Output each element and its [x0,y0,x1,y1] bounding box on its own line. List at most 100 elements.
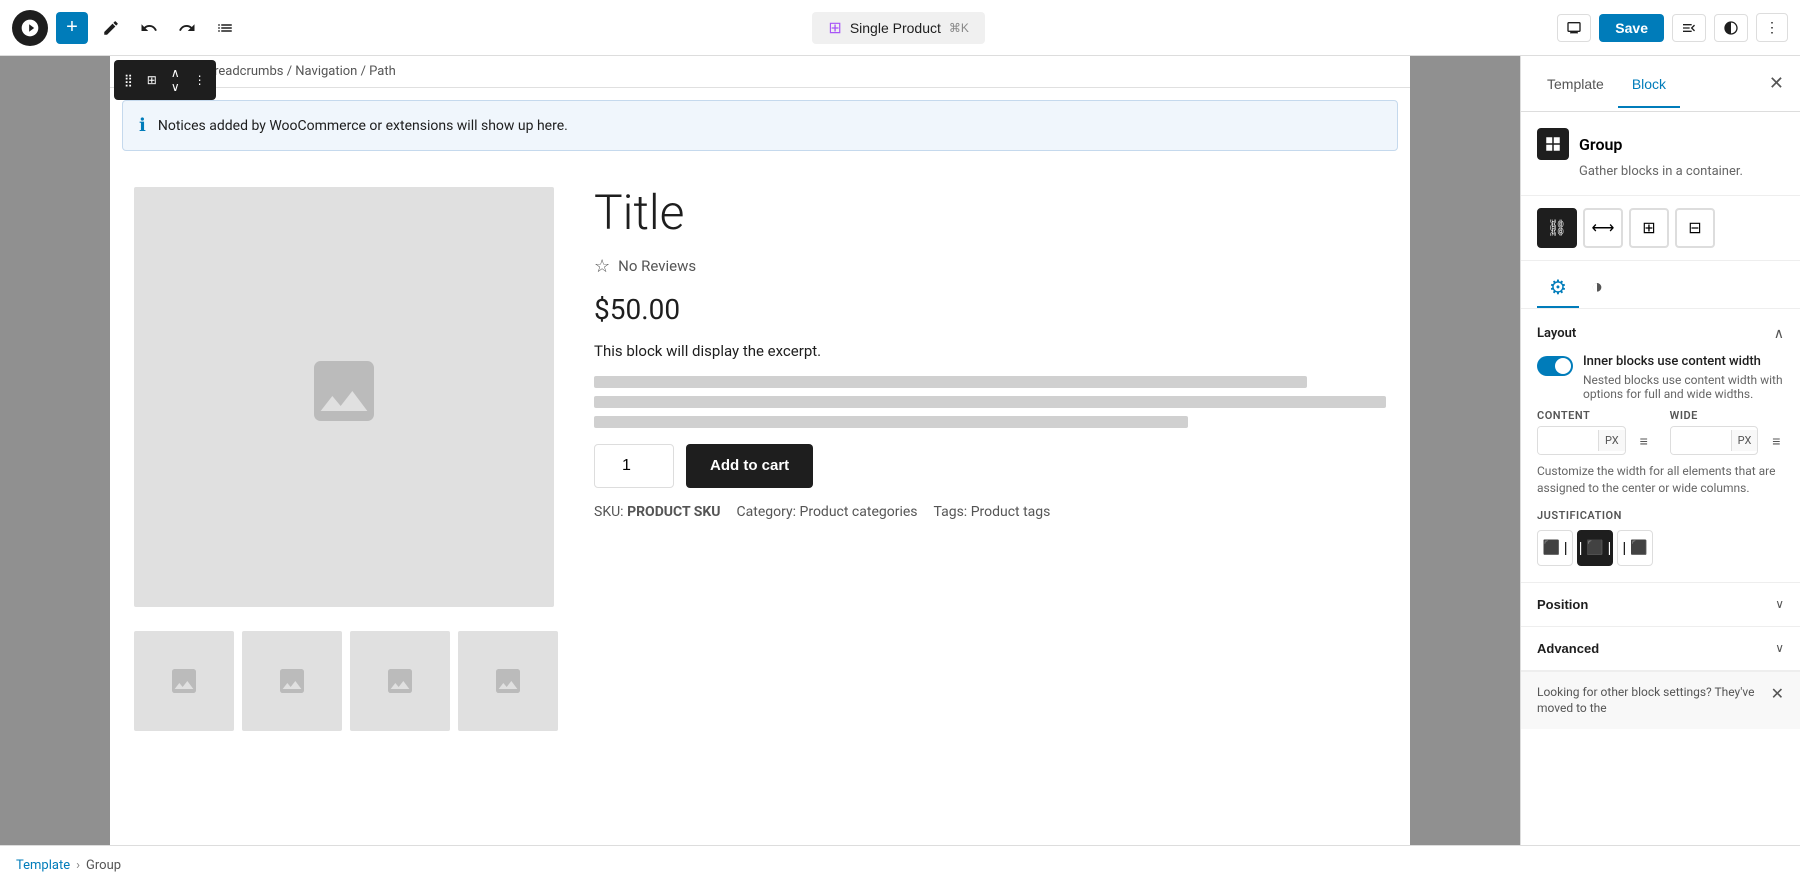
thumb-4 [458,631,558,731]
thumb-1 [134,631,234,731]
settings-tabs: ⚙ ◑ [1521,261,1800,309]
content-width-input-row: PX [1537,426,1626,455]
breadcrumb-bar: ⣿ ⊞ ∧∨ ⋮ Breadcrumbs / Navigation / Path [110,56,1410,88]
layout-section: Layout ∧ Inner blocks use content width … [1521,309,1800,583]
content-px-unit[interactable]: PX [1598,430,1625,451]
toolbar-right: Save ⋮ [1557,13,1788,42]
thumb-placeholder-icon-1 [168,665,200,697]
editor-canvas: ⣿ ⊞ ∧∨ ⋮ Breadcrumbs / Navigation / Path… [110,56,1410,845]
position-collapse-button[interactable]: Position ∨ [1521,583,1800,626]
more-options-button[interactable]: ⋮ [1756,13,1788,42]
reviews-text: No Reviews [618,257,696,275]
desktop-icon [1566,20,1582,36]
image-placeholder-icon [304,351,384,443]
quantity-input[interactable]: 1 [594,444,674,488]
block-name-label: Group [1579,135,1622,154]
block-icon [1537,128,1569,160]
wordpress-icon [20,18,40,38]
toolbar-center: ⊞ Single Product ⌘K [248,12,1549,44]
wide-width-input[interactable] [1671,427,1731,454]
layout-section-header: Layout ∧ [1537,325,1784,342]
style-flow-button[interactable]: ⟷ [1583,208,1623,248]
panel-header: Template Block ✕ [1521,56,1800,112]
wide-align-button[interactable]: ≡ [1762,427,1790,455]
wide-width-label: WIDE [1670,409,1791,422]
advanced-collapse-button[interactable]: Advanced ∨ [1521,627,1800,670]
settings-toggle-button[interactable] [1672,14,1706,42]
contrast-icon [1723,20,1739,36]
settings-gear-tab[interactable]: ⚙ [1537,269,1579,308]
add-to-cart-button[interactable]: Add to cart [686,444,813,488]
layout-title: Layout [1537,326,1576,341]
footer-template-link[interactable]: Template [16,858,70,873]
product-details: Title ☆ No Reviews $50.00 This block wil… [594,187,1386,607]
footer-separator: › [76,858,80,873]
product-price: $50.00 [594,293,1386,326]
bar-1 [594,376,1307,388]
justification-label: JUSTIFICATION [1537,509,1784,522]
list-view-button[interactable] [210,13,240,43]
notice-close-button[interactable]: ✕ [1771,684,1784,704]
panel-close-button[interactable]: ✕ [1765,69,1788,98]
advanced-title: Advanced [1537,641,1599,656]
undo-button[interactable] [134,13,164,43]
tab-template[interactable]: Template [1533,68,1618,100]
content-width-label: CONTENT [1537,409,1658,422]
product-area: Title ☆ No Reviews $50.00 This block wil… [110,163,1410,631]
content-width-input[interactable] [1538,427,1598,454]
style-stack-button[interactable]: ⊞ [1629,208,1669,248]
justify-left-button[interactable]: ⬛ | [1537,530,1573,566]
block-toolbar: ⣿ ⊞ ∧∨ ⋮ [114,60,216,100]
bar-3 [594,416,1188,428]
right-panel: Template Block ✕ Group Gather blocks in … [1520,56,1800,845]
sku-label: SKU: PRODUCT SKU [594,504,721,520]
thumb-3 [350,631,450,731]
wide-px-unit[interactable]: PX [1731,430,1758,451]
sidebar-icon [1681,20,1697,36]
save-button[interactable]: Save [1599,14,1664,42]
editor-area: ⣿ ⊞ ∧∨ ⋮ Breadcrumbs / Navigation / Path… [0,56,1520,845]
cart-row: 1 Add to cart [594,444,1386,488]
customize-text: Customize the width for all elements tha… [1537,463,1784,497]
tags-value: Product tags [971,504,1051,520]
page-title-button[interactable]: ⊞ Single Product ⌘K [812,12,984,44]
content-align-button[interactable]: ≡ [1630,427,1658,455]
star-icon: ☆ [594,256,610,277]
block-move-up-button[interactable]: ∧∨ [165,62,186,98]
toggle-label: Inner blocks use content width [1583,354,1784,369]
advanced-chevron-icon: ∨ [1775,641,1784,655]
sku-value: PRODUCT SKU [627,504,720,520]
device-preview-button[interactable] [1557,14,1591,42]
product-excerpt: This block will display the excerpt. [594,342,1386,360]
style-link-button[interactable]: ⛓ [1537,208,1577,248]
footer-group-label: Group [86,858,121,873]
block-select-button[interactable]: ⊞ [141,69,163,91]
toggle-knob [1555,358,1571,374]
info-icon: ℹ [139,115,146,136]
edit-pen-button[interactable] [96,13,126,43]
bar-2 [594,396,1386,408]
contrast-button[interactable] [1714,14,1748,42]
position-section: Position ∨ [1521,583,1800,627]
block-notice-text: Looking for other block settings? They'v… [1537,684,1771,718]
advanced-section: Advanced ∨ [1521,627,1800,671]
toggle-row: Inner blocks use content width Nested bl… [1537,354,1784,401]
add-block-button[interactable]: + [56,12,88,44]
justify-right-button[interactable]: | ⬛ [1617,530,1653,566]
layout-toggle-button[interactable]: ∧ [1774,325,1784,342]
style-grid-button[interactable]: ⊟ [1675,208,1715,248]
settings-contrast-tab[interactable]: ◑ [1579,269,1615,308]
block-drag-button[interactable]: ⣿ [118,69,139,91]
redo-button[interactable] [172,13,202,43]
main-layout: ⣿ ⊞ ∧∨ ⋮ Breadcrumbs / Navigation / Path… [0,56,1800,845]
tab-block[interactable]: Block [1618,68,1680,100]
top-toolbar: + ⊞ Single Product ⌘K Save ⋮ [0,0,1800,56]
justify-center-button[interactable]: | ⬛ | [1577,530,1613,566]
justification-area: JUSTIFICATION ⬛ | | ⬛ | | ⬛ [1537,509,1784,566]
category-label: Category: Product categories [737,504,918,520]
block-more-button[interactable]: ⋮ [188,69,212,91]
content-width-toggle[interactable] [1537,356,1573,376]
redo-icon [178,19,196,37]
grid-icon: ⊞ [828,18,841,38]
position-title: Position [1537,597,1588,612]
